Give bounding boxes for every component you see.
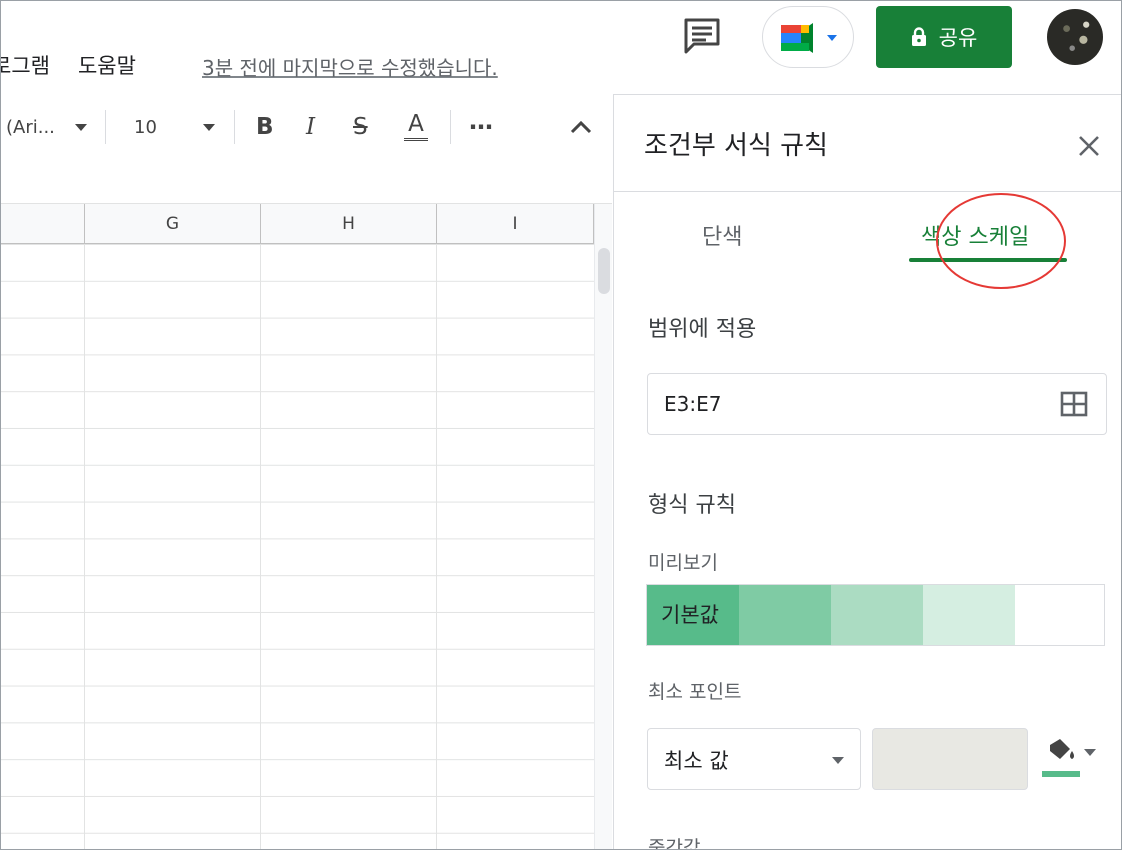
column-gridline [260,244,261,850]
comment-history-button[interactable] [680,16,724,56]
comment-icon [684,18,720,54]
column-header-f[interactable] [0,204,85,244]
column-header-g[interactable]: G [85,204,261,244]
min-point-value-input[interactable] [872,728,1028,790]
italic-button[interactable]: I [306,96,315,158]
midpoint-label: 중간값 [648,837,701,850]
share-button[interactable]: 공유 [876,6,1012,68]
meet-icon [781,23,837,53]
chevron-down-icon [74,123,87,131]
menu-item-help[interactable]: 도움말 [78,50,136,80]
close-panel-button[interactable] [1076,133,1102,159]
range-value: E3:E7 [664,392,722,416]
font-family-select[interactable]: (Ari... [6,96,87,158]
conditional-format-panel: 조건부 서식 규칙 단색 색상 스케일 범위에 적용 E3:E7 형식 규칙 미… [613,94,1122,850]
toolbar-divider [105,110,106,144]
scrollbar-thumb[interactable] [598,248,610,294]
min-point-type-select[interactable]: 최소 값 [647,728,861,790]
chevron-down-icon [827,35,837,41]
range-input[interactable]: E3:E7 [647,373,1107,435]
chevron-down-icon [202,123,215,131]
panel-divider [614,191,1122,192]
column-gridline [84,244,85,850]
column-header-i[interactable]: I [437,204,594,244]
font-size-select[interactable]: 10 [134,96,215,158]
text-color-icon: A [404,113,428,141]
preview-label: 미리보기 [648,552,718,574]
toolbar-divider [450,110,451,144]
font-size-value: 10 [134,116,157,138]
preview-text: 기본값 [661,603,719,627]
bold-button[interactable]: B [256,96,274,158]
min-color-picker[interactable] [1042,735,1102,781]
meet-button[interactable] [762,6,854,68]
menu-item-extensions[interactable]: 로그램 [0,50,50,80]
collapse-toolbar-button[interactable] [570,96,592,158]
preview-swatch [739,585,831,645]
preview-swatch [1015,585,1104,645]
text-color-button[interactable]: A [397,96,435,158]
column-gridline [436,244,437,850]
more-options-icon[interactable]: ⋯ [469,96,493,158]
panel-title: 조건부 서식 규칙 [644,131,828,161]
column-header-h[interactable]: H [261,204,437,244]
chevron-down-icon [1084,749,1096,756]
close-icon [1079,136,1099,156]
chevron-up-icon [570,120,592,134]
paint-bucket-icon [1050,739,1096,759]
formula-bar[interactable] [0,158,612,204]
min-point-label: 최소 포인트 [648,681,742,703]
strikethrough-button[interactable]: S [353,96,368,158]
menu-bar: 로그램 도움말 [0,50,166,80]
share-label: 공유 [938,26,978,50]
vertical-scrollbar[interactable] [594,204,612,850]
format-rules-label: 형식 규칙 [648,493,736,518]
chevron-down-icon [832,757,844,764]
last-edit-link[interactable]: 3분 전에 마지막으로 수정했습니다. [202,52,498,81]
format-toolbar: (Ari... 10 B I S A ⋯ [0,96,612,158]
lock-icon [911,27,926,46]
min-point-type-value: 최소 값 [664,749,729,773]
apply-range-label: 범위에 적용 [648,317,757,342]
tab-single-color[interactable]: 단색 [702,219,742,251]
select-range-icon[interactable] [1060,391,1088,417]
highlight-annotation [936,193,1066,289]
toolbar-divider [234,110,235,144]
cell-grid[interactable] [0,244,594,850]
font-family-value: (Ari... [6,116,55,138]
account-avatar[interactable] [1047,9,1103,65]
preview-swatch [831,585,923,645]
preview-swatch [923,585,1015,645]
selected-color-bar [1042,771,1080,777]
color-scale-preview[interactable]: 기본값 [646,584,1105,646]
top-bar: 로그램 도움말 3분 전에 마지막으로 수정했습니다. 공유 [0,0,1122,94]
